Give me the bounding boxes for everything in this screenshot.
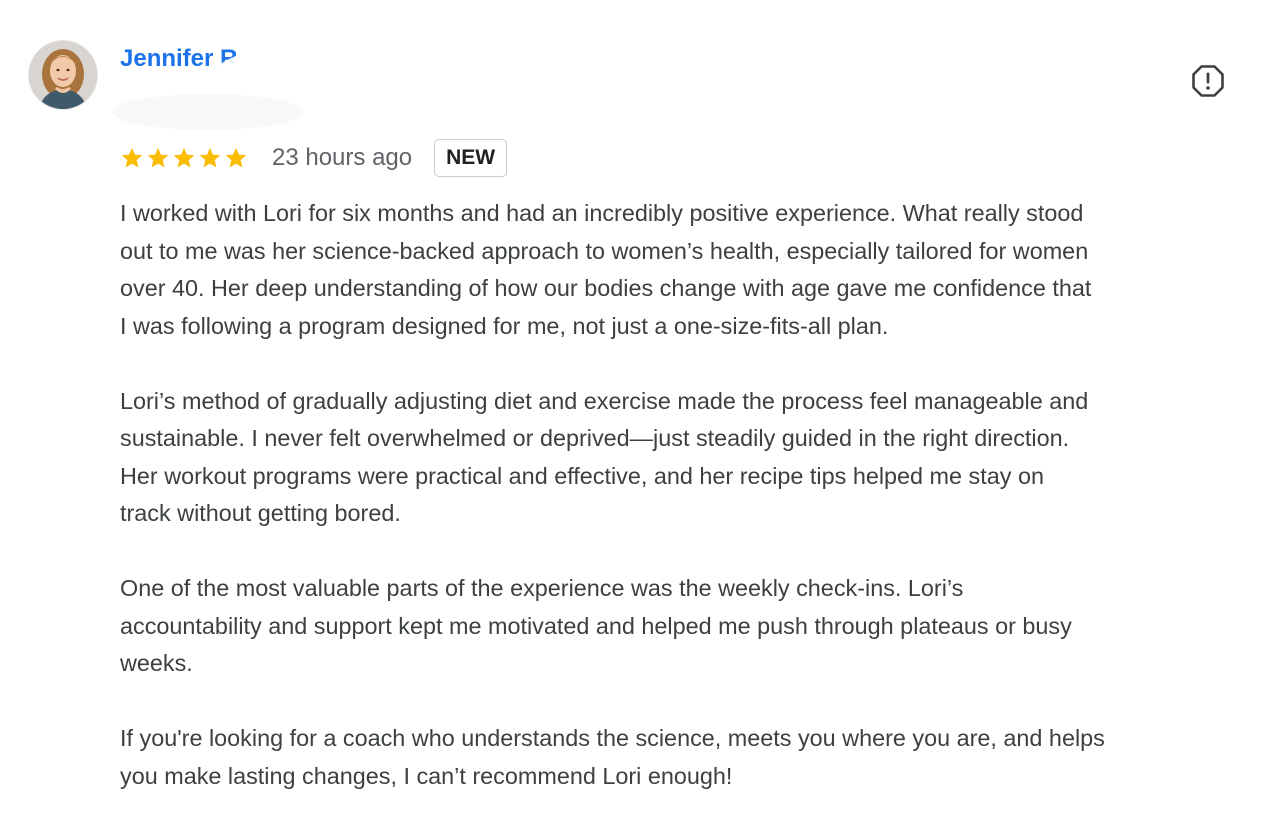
star-icon [147,147,169,168]
star-icon [173,147,195,168]
review-card: Jennifer R 23 hours ago NEW I worked wit… [0,0,1284,820]
avatar-photo [29,41,97,109]
review-paragraph: I worked with Lori for six months and ha… [120,195,1260,345]
review-line: sustainable. I never felt overwhelmed or… [120,425,1070,451]
review-line: Her workout programs were practical and … [120,462,1044,489]
review-line: I worked with Lori for six months and ha… [120,200,1084,226]
star-rating [120,146,248,170]
review-line: track without getting bored. [120,500,401,526]
report-flag-icon [1192,65,1224,97]
review-meta: 23 hours ago NEW [120,137,508,179]
review-line: over 40. Her deep understanding of how o… [120,275,1092,301]
review-line: I was following a program designed for m… [120,312,889,339]
review-paragraph: One of the most valuable parts of the ex… [120,570,1260,683]
reviewer-name[interactable]: Jennifer R [120,44,237,74]
star-icon [121,147,143,168]
avatar[interactable] [29,41,97,109]
new-badge: NEW [434,139,508,177]
review-line: One of the most valuable parts of the ex… [120,575,964,601]
review-line: Lori’s method of gradually adjusting die… [120,387,1089,414]
review-line: you make lasting changes, I can’t recomm… [120,762,733,789]
review-line: weeks. [120,650,193,676]
report-review-button[interactable] [1186,59,1230,103]
review-line: out to me was her science-backed approac… [120,237,1089,264]
star-icon [199,147,221,168]
star-icon [225,147,247,168]
review-line: accountability and support kept me motiv… [120,612,1072,639]
review-text: I worked with Lori for six months and ha… [120,195,1260,833]
review-paragraph: If you're looking for a coach who unders… [120,720,1260,795]
review-timestamp: 23 hours ago [272,144,413,171]
review-line: If you're looking for a coach who unders… [120,725,1105,751]
review-paragraph: Lori’s method of gradually adjusting die… [120,383,1260,533]
